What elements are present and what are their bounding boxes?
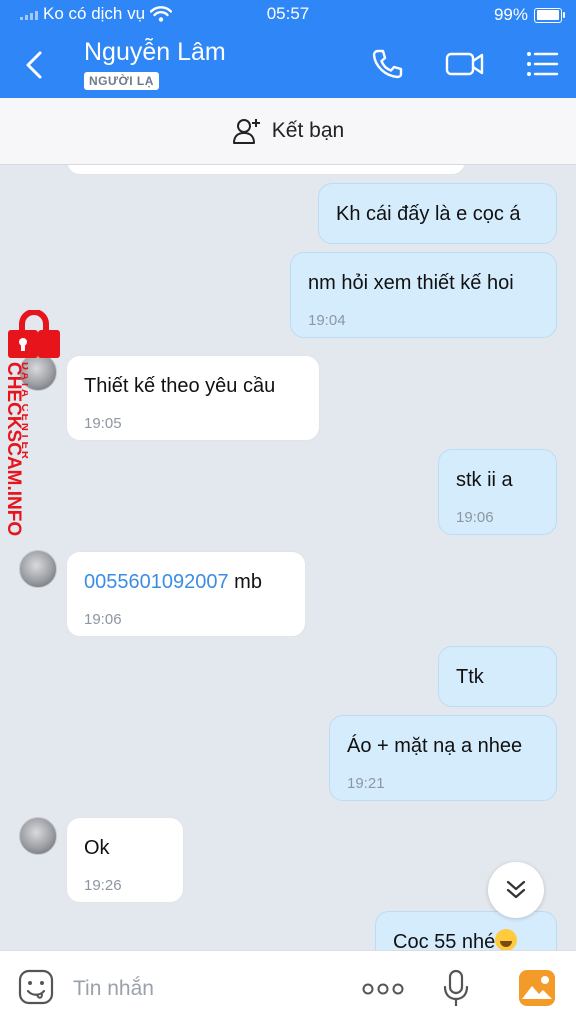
microphone-icon[interactable] [442, 969, 470, 1009]
message-time: 19:04 [308, 312, 346, 329]
message-time: 19:21 [347, 775, 385, 792]
avatar[interactable] [19, 817, 57, 855]
message-text: Ok [84, 837, 110, 859]
message-text: Kh cái đấy là e cọc á [336, 203, 521, 225]
menu-icon[interactable] [524, 46, 560, 82]
account-number-link[interactable]: 0055601092007 [84, 571, 229, 593]
phone-icon[interactable] [370, 46, 404, 82]
top-bar: Ko có dịch vụ 05:57 99% Nguyễn Lâm NGƯỜI… [0, 0, 576, 98]
watermark: DATA CENTER CHECKSCAM.INFO [3, 362, 28, 536]
back-icon[interactable] [20, 48, 50, 82]
message-bubble[interactable]: Kh cái đấy là e cọc á [318, 183, 557, 244]
image-icon[interactable] [518, 969, 556, 1007]
message-input-bar: Tin nhắn [0, 950, 576, 1025]
add-friend-icon [232, 119, 260, 144]
message-bubble[interactable]: nm hỏi xem thiết kế hoi 19:04 [290, 252, 557, 338]
message-bubble[interactable]: Coc 55 nhé [375, 911, 557, 950]
sticker-icon[interactable] [18, 969, 54, 1005]
message-time: 19:06 [456, 509, 494, 526]
message-text: nm hỏi xem thiết kế hoi [308, 272, 514, 294]
message-list[interactable]: Kh cái đấy là e cọc á nm hỏi xem thiết k… [0, 165, 576, 950]
add-friend-button[interactable]: Kết bạn [0, 98, 576, 165]
video-call-icon[interactable] [444, 46, 486, 82]
message-time: 19:26 [84, 877, 122, 894]
contact-name[interactable]: Nguyễn Lâm [84, 38, 226, 67]
scroll-down-button[interactable] [488, 862, 544, 918]
more-icon[interactable] [362, 982, 404, 996]
message-bubble[interactable]: Áo + mặt nạ a nhee 19:21 [329, 715, 557, 801]
battery-icon [534, 7, 565, 23]
message-text: Coc 55 nhé [393, 931, 496, 950]
stranger-badge: NGƯỜI LẠ [84, 72, 159, 90]
laughing-emoji-icon [495, 929, 518, 950]
message-time: 19:06 [84, 611, 122, 628]
message-text: Thiết kế theo yêu cầu [84, 375, 276, 397]
message-bubble[interactable]: 0055601092007 mb 19:06 [66, 551, 306, 637]
message-bubble[interactable]: Ok 19:26 [66, 817, 184, 903]
message-text: stk ii a [456, 469, 513, 491]
add-friend-label: Kết bạn [271, 119, 345, 142]
clock: 05:57 [266, 4, 310, 23]
message-text: Áo + mặt nạ a nhee [347, 735, 523, 757]
battery-percent: 99% [493, 5, 528, 24]
message-bubble-partial [66, 165, 466, 175]
message-bubble[interactable]: Ttk [438, 646, 557, 707]
message-text: mb [228, 571, 262, 593]
message-time: 19:05 [84, 415, 122, 432]
lock-icon [8, 310, 60, 358]
message-bubble[interactable]: stk ii a 19:06 [438, 449, 557, 535]
watermark-line2: CHECKSCAM.INFO [3, 362, 24, 536]
message-input[interactable]: Tin nhắn [73, 977, 154, 1001]
message-text: Ttk [456, 666, 484, 688]
message-bubble[interactable]: Thiết kế theo yêu cầu 19:05 [66, 355, 320, 441]
status-bar: Ko có dịch vụ 05:57 99% [0, 0, 576, 30]
scroll-down-icon [506, 880, 526, 899]
